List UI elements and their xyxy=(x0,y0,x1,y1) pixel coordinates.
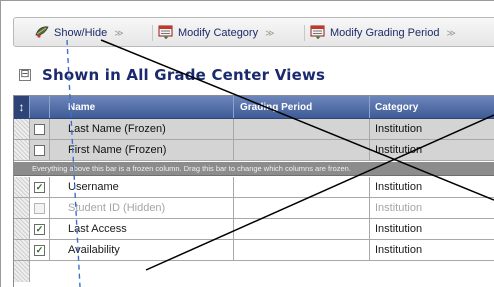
toolbar-divider xyxy=(152,25,153,41)
row-category: Institution xyxy=(375,181,423,193)
row-category: Institution xyxy=(375,202,423,214)
row-grading-period xyxy=(234,140,370,160)
row-name: Last Access xyxy=(50,219,234,239)
section-title: Shown in All Grade Center Views xyxy=(42,66,326,84)
row-checkbox[interactable] xyxy=(34,123,45,135)
drag-handle[interactable] xyxy=(14,119,30,139)
row-grading-period xyxy=(234,219,370,239)
drag-handle[interactable] xyxy=(14,240,30,260)
table-row: First Name (Frozen) Institution xyxy=(14,140,494,161)
sort-arrows-icon[interactable]: ↕ xyxy=(14,96,30,118)
row-checkbox[interactable]: ✓ xyxy=(34,181,45,193)
table-row: Student ID (Hidden) Institution xyxy=(14,198,494,219)
table-row: ✓ Username Institution xyxy=(14,177,494,198)
modify-grading-period-label: Modify Grading Period xyxy=(330,27,440,39)
grade-center-panel: Show/Hide ≫ Modify Category ≫ Modify Gra… xyxy=(0,0,494,287)
row-name: First Name (Frozen) xyxy=(50,140,234,160)
table-row: ✓ Last Access Institution xyxy=(14,219,494,240)
row-grading-period xyxy=(234,177,370,197)
row-check-cell xyxy=(30,140,50,160)
row-name: Last Name (Frozen) xyxy=(50,119,234,139)
columns-table: ↕ Name Grading Period Category Last Name… xyxy=(13,95,494,287)
header-check-cell xyxy=(30,96,50,118)
column-header-name[interactable]: Name xyxy=(50,96,234,118)
drag-handle[interactable] xyxy=(14,219,30,239)
frozen-column-divider-bar[interactable]: Everything above this bar is a frozen co… xyxy=(14,162,494,176)
table-header-row: ↕ Name Grading Period Category xyxy=(14,96,494,119)
chevron-down-icon[interactable]: ≫ xyxy=(114,28,123,39)
action-toolbar: Show/Hide ≫ Modify Category ≫ Modify Gra… xyxy=(13,17,494,47)
table-row: ✓ Availability Institution xyxy=(14,240,494,261)
drag-handle[interactable] xyxy=(14,140,30,160)
drag-handle xyxy=(14,261,30,282)
drag-handle[interactable] xyxy=(14,198,30,218)
row-check-cell: ✓ xyxy=(30,240,50,260)
row-category: Institution xyxy=(375,223,423,235)
column-header-category[interactable]: Category xyxy=(370,96,494,118)
row-grading-period xyxy=(234,119,370,139)
column-header-grading-period[interactable]: Grading Period xyxy=(234,96,370,118)
modify-category-button[interactable]: Modify Category ≫ xyxy=(158,24,275,42)
row-check-cell xyxy=(30,119,50,139)
drag-handle[interactable] xyxy=(14,177,30,197)
row-checkbox[interactable]: ✓ xyxy=(34,244,45,256)
row-check-cell: ✓ xyxy=(30,177,50,197)
row-checkbox[interactable]: ✓ xyxy=(34,223,45,235)
toolbar-divider xyxy=(304,25,305,41)
modify-category-label: Modify Category xyxy=(178,27,259,39)
section-header: ⊟ Shown in All Grade Center Views xyxy=(13,63,494,87)
row-name: Username xyxy=(50,177,234,197)
table-row-empty xyxy=(14,261,494,282)
chevron-down-icon[interactable]: ≫ xyxy=(446,28,455,39)
row-category: Institution xyxy=(375,123,423,135)
modify-grading-period-button[interactable]: Modify Grading Period ≫ xyxy=(310,24,456,42)
row-category: Institution xyxy=(375,244,423,256)
row-checkbox[interactable] xyxy=(34,144,45,156)
row-check-cell xyxy=(30,198,50,218)
chevron-down-icon[interactable]: ≫ xyxy=(265,28,274,39)
row-category: Institution xyxy=(375,144,423,156)
row-checkbox[interactable] xyxy=(34,202,45,214)
row-name: Student ID (Hidden) xyxy=(50,198,234,218)
table-row: Last Name (Frozen) Institution xyxy=(14,119,494,140)
eye-leaf-icon xyxy=(34,25,50,42)
row-grading-period xyxy=(234,198,370,218)
show-hide-label: Show/Hide xyxy=(54,27,108,39)
show-hide-button[interactable]: Show/Hide ≫ xyxy=(34,24,124,42)
grading-period-icon xyxy=(310,25,326,42)
category-list-icon xyxy=(158,25,174,42)
collapse-icon[interactable]: ⊟ xyxy=(19,69,31,81)
row-check-cell: ✓ xyxy=(30,219,50,239)
row-name: Availability xyxy=(50,240,234,260)
row-grading-period xyxy=(234,240,370,260)
